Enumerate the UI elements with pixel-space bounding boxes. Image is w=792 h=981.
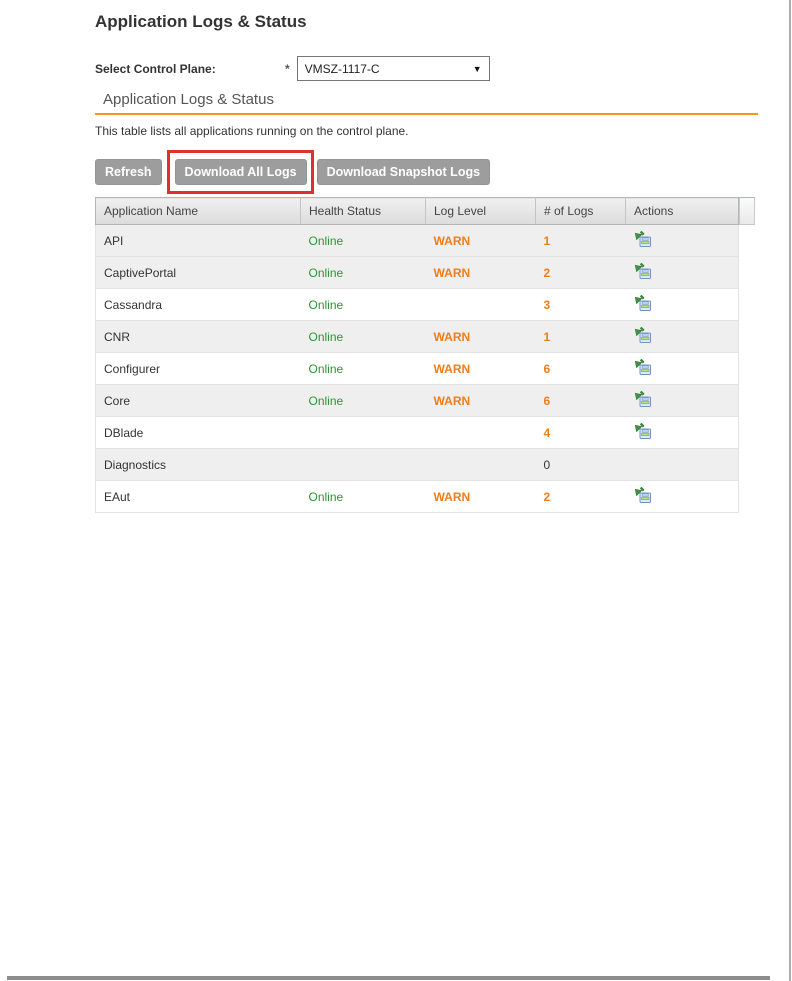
download-log-icon[interactable] xyxy=(634,326,652,344)
control-plane-selected-value: VMSZ-1117-C xyxy=(304,61,380,76)
column-header-log-level[interactable]: Log Level xyxy=(425,197,536,225)
control-plane-label: Select Control Plane: xyxy=(95,61,216,76)
column-header--of-logs[interactable]: # of Logs xyxy=(535,197,626,225)
toolbar: Refresh Download All Logs Download Snaps… xyxy=(95,150,758,194)
table-row[interactable]: API Online WARN 1 xyxy=(95,224,739,257)
log-level-cell xyxy=(425,448,536,481)
log-count-cell: 3 xyxy=(535,288,626,321)
table-body: API Online WARN 1 CaptivePortal Online WARN 2 xyxy=(95,224,739,513)
table-row[interactable]: Configurer Online WARN 6 xyxy=(95,352,739,385)
applications-table-wrap: Application Name Health Status Log Level # … xyxy=(95,197,758,513)
log-count-cell: 2 xyxy=(535,480,626,513)
download-log-icon[interactable] xyxy=(634,422,652,440)
health-status-cell: Online xyxy=(300,352,426,385)
control-plane-select[interactable]: VMSZ-1117-C ▼ xyxy=(296,56,490,81)
table-row[interactable]: Diagnostics 0 xyxy=(95,448,739,481)
table-row[interactable]: Core Online WARN 6 xyxy=(95,384,739,417)
log-level-cell xyxy=(425,288,536,321)
control-plane-row: Select Control Plane: * VMSZ-1117-C ▼ xyxy=(95,56,758,81)
health-status-cell xyxy=(300,448,426,481)
window-right-border xyxy=(789,0,791,981)
application-logs-page: Application Logs & Status Select Control… xyxy=(95,10,758,513)
app-name-cell: Configurer xyxy=(95,352,301,385)
health-status-cell: Online xyxy=(300,384,426,417)
column-header-application-name[interactable]: Application Name xyxy=(95,197,301,225)
app-name-cell: DBlade xyxy=(95,416,301,449)
log-count-cell: 1 xyxy=(535,320,626,353)
log-level-cell: WARN xyxy=(425,384,536,417)
log-count-cell: 6 xyxy=(535,352,626,385)
actions-cell xyxy=(625,448,739,481)
column-header-health-status[interactable]: Health Status xyxy=(300,197,426,225)
actions-cell xyxy=(625,416,739,449)
log-level-cell: WARN xyxy=(425,224,536,257)
app-name-cell: CNR xyxy=(95,320,301,353)
section-description: This table lists all applications runnin… xyxy=(95,124,409,138)
log-level-cell xyxy=(425,416,536,449)
chevron-down-icon: ▼ xyxy=(472,63,482,74)
actions-cell xyxy=(625,352,739,385)
window-bottom-border xyxy=(7,976,770,980)
actions-cell xyxy=(625,224,739,257)
app-name-cell: CaptivePortal xyxy=(95,256,301,289)
app-name-cell: Diagnostics xyxy=(95,448,301,481)
column-header-actions[interactable]: Actions xyxy=(625,197,739,225)
refresh-button[interactable]: Refresh xyxy=(95,159,162,185)
accent-divider xyxy=(95,113,758,115)
applications-table: Application Name Health Status Log Level # … xyxy=(95,197,739,513)
actions-cell xyxy=(625,480,739,513)
log-count-cell: 4 xyxy=(535,416,626,449)
required-marker: * xyxy=(285,61,290,76)
actions-cell xyxy=(625,320,739,353)
health-status-cell: Online xyxy=(300,320,426,353)
log-level-cell: WARN xyxy=(425,480,536,513)
log-count-cell: 2 xyxy=(535,256,626,289)
download-all-logs-button[interactable]: Download All Logs xyxy=(174,159,307,185)
table-header: Application Name Health Status Log Level # … xyxy=(95,197,739,225)
table-row[interactable]: DBlade 4 xyxy=(95,416,739,449)
health-status-cell: Online xyxy=(300,224,426,257)
download-log-icon[interactable] xyxy=(634,262,652,280)
page-title: Application Logs & Status xyxy=(95,12,307,31)
download-log-icon[interactable] xyxy=(634,486,652,504)
log-level-cell: WARN xyxy=(425,320,536,353)
section-title: Application Logs & Status xyxy=(103,91,274,108)
health-status-cell: Online xyxy=(300,480,426,513)
health-status-cell: Online xyxy=(300,288,426,321)
scrollbar-spacer[interactable] xyxy=(739,197,755,225)
download-log-icon[interactable] xyxy=(634,230,652,248)
table-row[interactable]: CNR Online WARN 1 xyxy=(95,320,739,353)
log-count-cell: 1 xyxy=(535,224,626,257)
app-name-cell: Cassandra xyxy=(95,288,301,321)
table-row[interactable]: EAut Online WARN 2 xyxy=(95,480,739,513)
actions-cell xyxy=(625,384,739,417)
health-status-cell: Online xyxy=(300,256,426,289)
app-name-cell: EAut xyxy=(95,480,301,513)
download-log-icon[interactable] xyxy=(634,390,652,408)
download-snapshot-logs-button[interactable]: Download Snapshot Logs xyxy=(316,159,491,185)
health-status-cell xyxy=(300,416,426,449)
app-name-cell: API xyxy=(95,224,301,257)
log-count-cell: 0 xyxy=(535,448,626,481)
log-level-cell: WARN xyxy=(425,256,536,289)
actions-cell xyxy=(625,256,739,289)
table-row[interactable]: Cassandra Online 3 xyxy=(95,288,739,321)
actions-cell xyxy=(625,288,739,321)
table-row[interactable]: CaptivePortal Online WARN 2 xyxy=(95,256,739,289)
annotation-highlight: Download All Logs xyxy=(166,150,314,194)
download-log-icon[interactable] xyxy=(634,294,652,312)
app-name-cell: Core xyxy=(95,384,301,417)
log-count-cell: 6 xyxy=(535,384,626,417)
log-level-cell: WARN xyxy=(425,352,536,385)
download-log-icon[interactable] xyxy=(634,358,652,376)
